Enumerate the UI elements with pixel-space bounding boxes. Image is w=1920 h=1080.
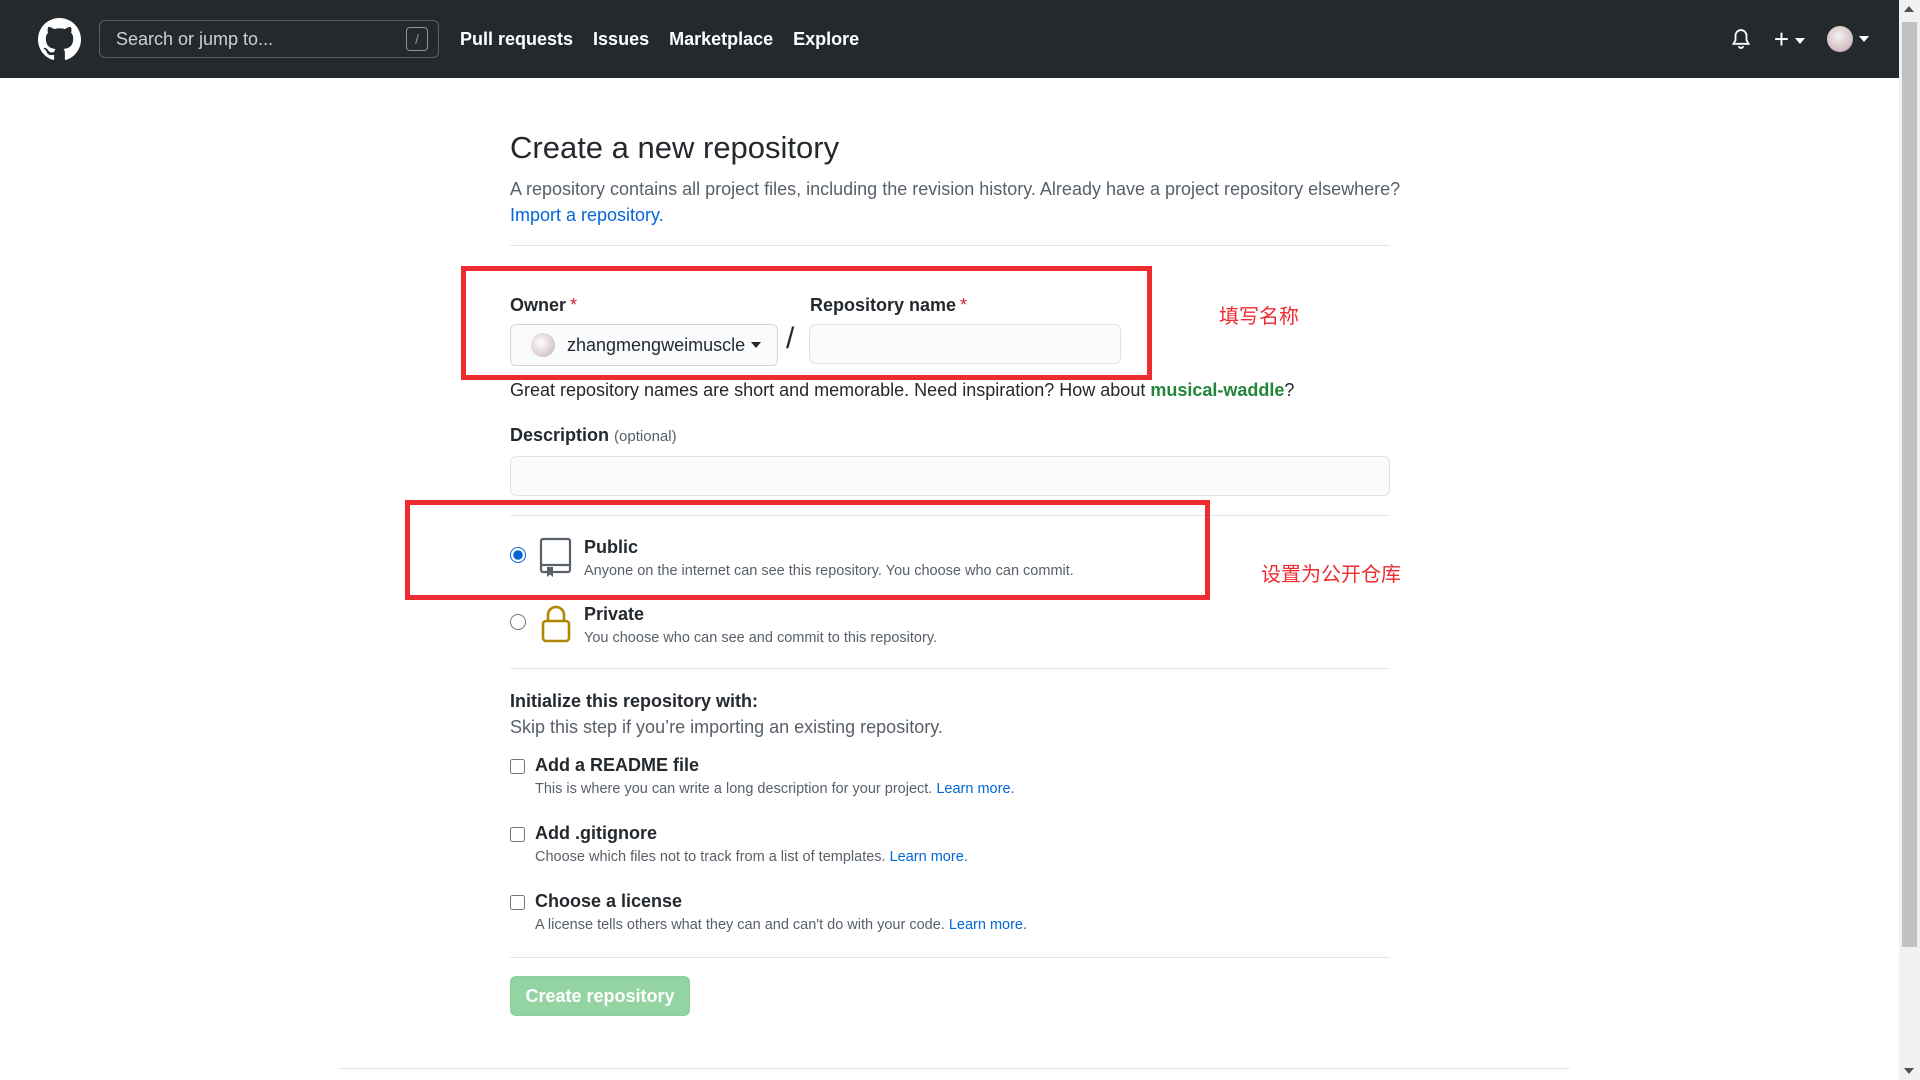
nav-issues[interactable]: Issues: [593, 29, 649, 50]
nav-explore[interactable]: Explore: [793, 29, 859, 50]
name-suggestion[interactable]: musical-waddle: [1150, 380, 1284, 400]
lock-icon: [541, 605, 571, 643]
scroll-down-arrow-icon[interactable]: [1904, 1068, 1914, 1074]
init-title: Initialize this repository with:: [510, 691, 759, 711]
subtitle-text: A repository contains all project files,…: [510, 179, 1401, 199]
chevron-down-icon: [1859, 36, 1869, 42]
optional-tag: (optional): [614, 428, 677, 445]
annotation-public-box: [405, 500, 1210, 600]
license-desc-text: A license tells others what they can and…: [535, 917, 945, 933]
private-radio[interactable]: [510, 614, 526, 630]
divider: [510, 957, 1390, 958]
private-description: You choose who can see and commit to thi…: [584, 630, 938, 646]
divider: [510, 245, 1390, 246]
gitignore-title: Add .gitignore: [535, 823, 657, 843]
license-learn-more-link[interactable]: Learn more.: [949, 917, 1027, 933]
gitignore-checkbox[interactable]: [510, 827, 525, 842]
user-menu-dropdown[interactable]: [1827, 26, 1869, 52]
divider: [510, 668, 1390, 669]
readme-learn-more-link[interactable]: Learn more.: [936, 781, 1014, 797]
search-input[interactable]: [100, 27, 408, 51]
private-title: Private: [584, 604, 645, 624]
readme-description: This is where you can write a long descr…: [535, 781, 1015, 797]
footer-divider: [340, 1068, 1570, 1069]
page-scrollbar[interactable]: [1899, 0, 1920, 1080]
init-subtitle: Skip this step if you’re importing an ex…: [510, 717, 943, 737]
import-repository-link[interactable]: Import a repository.: [510, 205, 664, 225]
search-box[interactable]: /: [99, 20, 439, 58]
avatar: [1827, 26, 1853, 52]
readme-checkbox[interactable]: [510, 759, 525, 774]
hint-suffix: ?: [1284, 380, 1295, 400]
slash-shortcut-key: /: [406, 27, 428, 51]
license-description: A license tells others what they can and…: [535, 917, 1027, 933]
github-logo-icon[interactable]: [38, 18, 81, 61]
create-new-dropdown[interactable]: +: [1774, 26, 1805, 52]
annotation-name-box: [461, 266, 1152, 380]
create-repository-button[interactable]: Create repository: [510, 976, 690, 1016]
readme-title: Add a README file: [535, 755, 700, 775]
description-input[interactable]: [510, 456, 1390, 496]
hint-text: Great repository names are short and mem…: [510, 380, 1146, 400]
license-title: Choose a license: [535, 891, 683, 911]
readme-desc-text: This is where you can write a long descr…: [535, 781, 933, 797]
plus-icon: +: [1773, 24, 1789, 54]
page-subtitle: A repository contains all project files,…: [510, 176, 1410, 228]
license-option[interactable]: Choose a license A license tells others …: [510, 891, 1210, 941]
global-header: / Pull requests Issues Marketplace Explo…: [0, 0, 1899, 78]
license-checkbox[interactable]: [510, 895, 525, 910]
bell-icon[interactable]: [1730, 27, 1752, 51]
nav-pull-requests[interactable]: Pull requests: [460, 29, 573, 50]
scrollbar-thumb[interactable]: [1902, 22, 1917, 947]
header-actions: +: [1730, 0, 1869, 78]
description-label: Description (optional): [510, 425, 677, 446]
readme-option[interactable]: Add a README file This is where you can …: [510, 755, 1210, 805]
nav-marketplace[interactable]: Marketplace: [669, 29, 773, 50]
chevron-down-icon: [1795, 38, 1805, 45]
repo-name-hint: Great repository names are short and mem…: [510, 380, 1294, 401]
annotation-name-note: 填写名称: [1219, 306, 1299, 328]
description-label-text: Description: [510, 425, 610, 445]
gitignore-description: Choose which files not to track from a l…: [535, 849, 968, 865]
gitignore-learn-more-link[interactable]: Learn more.: [890, 849, 968, 865]
annotation-public-note: 设置为公开仓库: [1261, 564, 1401, 586]
gitignore-option[interactable]: Add .gitignore Choose which files not to…: [510, 823, 1210, 873]
header-nav: Pull requests Issues Marketplace Explore: [460, 0, 859, 78]
gitignore-desc-text: Choose which files not to track from a l…: [535, 849, 886, 865]
visibility-private-option[interactable]: Private You choose who can see and commi…: [510, 604, 1210, 654]
page-title: Create a new repository: [510, 130, 840, 165]
scroll-up-arrow-icon[interactable]: [1904, 6, 1914, 12]
